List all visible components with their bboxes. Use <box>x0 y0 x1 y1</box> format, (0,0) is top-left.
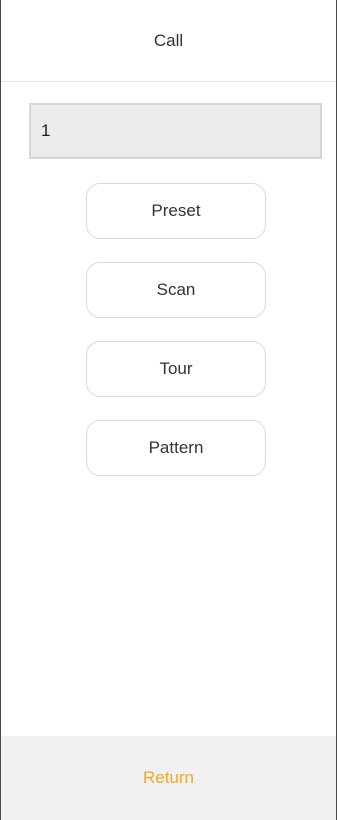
number-input[interactable]: 1 <box>29 103 322 159</box>
return-label: Return <box>142 768 195 787</box>
tour-button[interactable]: Tour <box>86 341 266 397</box>
page-title: Call <box>153 30 184 50</box>
preset-button[interactable]: Preset <box>86 183 266 239</box>
call-panel: Call 1 Preset Scan Tour Pattern Return <box>0 0 337 820</box>
header: Call <box>1 0 336 82</box>
pattern-button[interactable]: Pattern <box>86 420 266 476</box>
number-input-value: 1 <box>41 121 51 140</box>
return-button[interactable]: Return <box>1 736 336 820</box>
scan-button[interactable]: Scan <box>86 262 266 318</box>
